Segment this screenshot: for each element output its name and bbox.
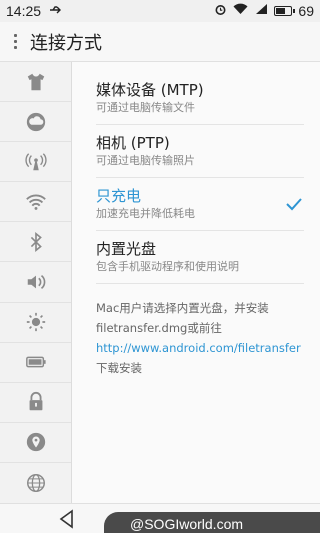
note-text-before: Mac用户请选择内置光盘，并安装filetransfer.dmg或前往 (96, 301, 269, 335)
status-time: 14:25 (6, 3, 42, 19)
filetransfer-link[interactable]: http://www.android.com/filetransfer (96, 341, 301, 355)
option-subtitle: 可通过电脑传输文件 (96, 101, 195, 114)
lock-icon (29, 392, 42, 411)
sidebar-item-security[interactable] (0, 383, 71, 423)
note-text-after: 下载安装 (96, 361, 142, 375)
navigation-bar: @SOGIworld.com (0, 503, 320, 533)
drawer-handle-icon[interactable] (6, 34, 24, 49)
location-icon (26, 433, 45, 452)
sidebar-item-hotspot[interactable] (0, 142, 71, 183)
bluetooth-icon (30, 231, 42, 252)
sidebar-item-location[interactable] (0, 423, 71, 463)
globe-icon (26, 474, 45, 492)
sidebar-item-theme[interactable] (0, 62, 71, 103)
mac-instruction-note: Mac用户请选择内置光盘，并安装filetransfer.dmg或前往 http:… (96, 298, 304, 378)
option-title: 相机 (PTP) (96, 134, 170, 152)
sidebar-item-cloud[interactable] (0, 102, 71, 143)
battery-fill (276, 8, 286, 14)
option-title: 媒体设备 (MTP) (96, 81, 204, 99)
status-bar: 14:25 69 (0, 0, 320, 22)
wifi-status-icon (233, 3, 248, 19)
battery-icon (25, 356, 46, 368)
option-subtitle: 包含手机驱动程序和使用说明 (96, 260, 239, 273)
alarm-icon (214, 3, 227, 20)
signal-icon (254, 3, 268, 19)
brightness-icon (26, 312, 45, 332)
back-icon (59, 509, 73, 529)
page-title: 连接方式 (30, 32, 102, 54)
sidebar-item-sound[interactable] (0, 262, 71, 303)
usb-icon (49, 4, 63, 18)
hotspot-icon (24, 153, 47, 170)
checkmark-icon (284, 194, 304, 214)
wifi-icon (25, 194, 46, 210)
option-ptp[interactable]: 相机 (PTP) 可通过电脑传输照片 (96, 125, 304, 178)
option-charge-only[interactable]: 只充电 加速充电并降低耗电 (96, 178, 304, 231)
option-mtp[interactable]: 媒体设备 (MTP) 可通过电脑传输文件 (96, 72, 304, 125)
battery-level: 69 (298, 3, 314, 19)
cloud-icon (26, 112, 45, 131)
option-builtin-cd[interactable]: 内置光盘 包含手机驱动程序和使用说明 (96, 231, 304, 284)
option-title: 内置光盘 (96, 240, 157, 258)
shirt-icon (27, 73, 44, 90)
sidebar-item-language[interactable] (0, 463, 71, 503)
watermark: @SOGIworld.com (104, 512, 320, 533)
sidebar-item-wifi[interactable] (0, 182, 71, 223)
back-button[interactable] (56, 508, 78, 530)
option-title: 只充电 (96, 187, 142, 205)
option-subtitle: 加速充电并降低耗电 (96, 207, 195, 220)
sidebar-item-battery[interactable] (0, 343, 71, 383)
option-subtitle: 可通过电脑传输照片 (96, 154, 195, 167)
sidebar-item-display[interactable] (0, 303, 71, 343)
sidebar (0, 62, 72, 503)
battery-status-icon (274, 6, 296, 16)
sound-icon (27, 274, 45, 290)
title-bar: 连接方式 (0, 22, 320, 62)
connection-mode-list: 媒体设备 (MTP) 可通过电脑传输文件 相机 (PTP) 可通过电脑传输照片 … (72, 62, 320, 503)
sidebar-item-bluetooth[interactable] (0, 222, 71, 263)
